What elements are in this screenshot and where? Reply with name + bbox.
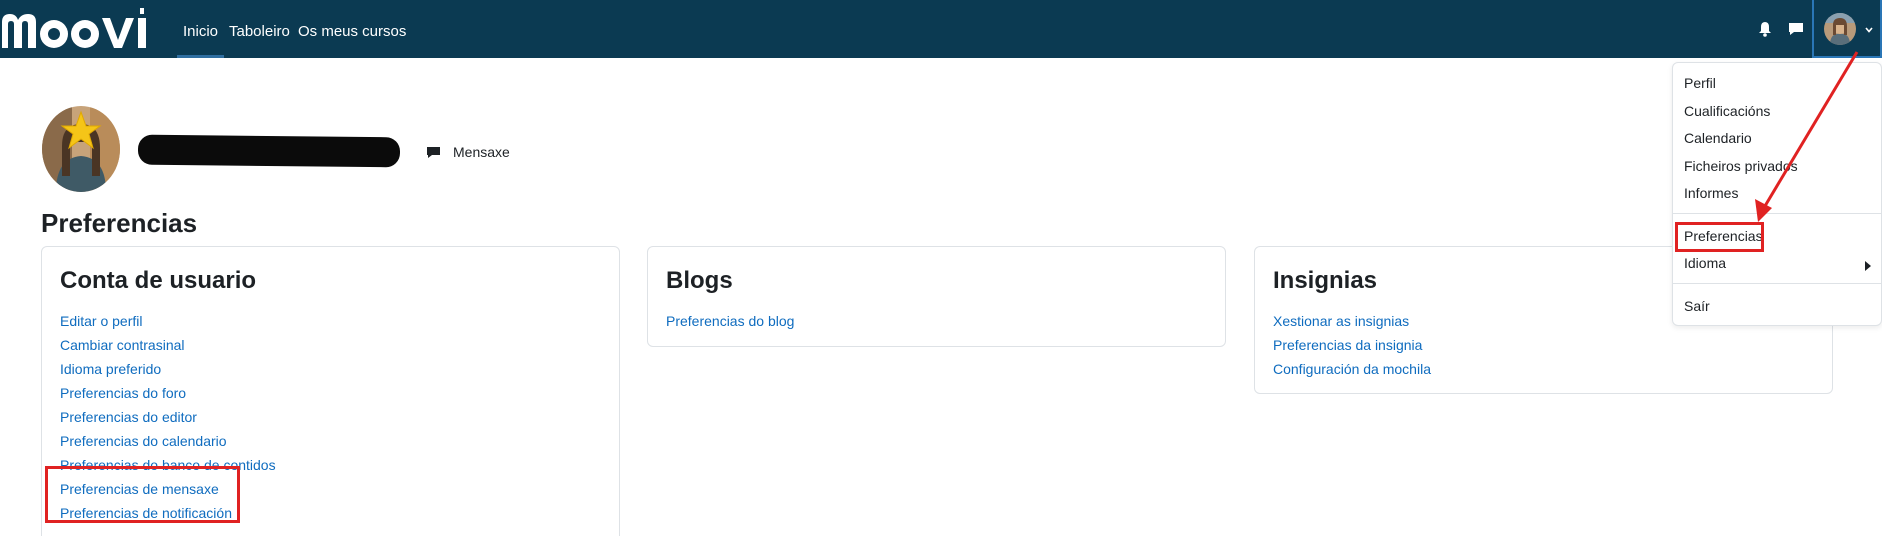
menu-item-perfil[interactable]: Perfil — [1684, 75, 1716, 91]
menu-item-cualificacions[interactable]: Cualificacións — [1684, 103, 1770, 119]
caret-right-icon — [1865, 261, 1871, 271]
message-button-label: Mensaxe — [453, 144, 510, 160]
link-idioma-preferido[interactable]: Idioma preferido — [60, 357, 276, 381]
link-xestionar-insignias[interactable]: Xestionar as insignias — [1273, 309, 1431, 333]
link-preferencias-foro[interactable]: Preferencias do foro — [60, 381, 276, 405]
link-preferencias-editor[interactable]: Preferencias do editor — [60, 405, 276, 429]
card-blogs: Blogs Preferencias do blog — [647, 246, 1226, 347]
card-title: Insignias — [1273, 267, 1378, 294]
card-title: Blogs — [666, 267, 733, 294]
chat-icon[interactable] — [1787, 20, 1805, 38]
card-links: Xestionar as insignias Preferencias da i… — [1273, 309, 1431, 381]
menu-item-idioma[interactable]: Idioma — [1684, 255, 1726, 271]
chat-icon — [427, 146, 440, 158]
message-button[interactable]: Mensaxe — [426, 141, 510, 163]
menu-item-ficheiros-privados[interactable]: Ficheiros privados — [1684, 158, 1798, 174]
link-preferencias-calendario[interactable]: Preferencias do calendario — [60, 429, 276, 453]
page-title: Preferencias — [41, 208, 198, 238]
menu-item-sair[interactable]: Saír — [1684, 298, 1710, 314]
link-cambiar-contrasinal[interactable]: Cambiar contrasinal — [60, 333, 276, 357]
menu-item-calendario[interactable]: Calendario — [1684, 130, 1752, 146]
top-navbar: Inicio Taboleiro Os meus cursos — [0, 0, 1882, 58]
link-editar-perfil[interactable]: Editar o perfil — [60, 309, 276, 333]
user-avatar[interactable] — [1824, 13, 1856, 45]
card-title: Conta de usuario — [60, 267, 257, 294]
highlight-box-preferencias — [1675, 222, 1764, 252]
nav-os-meus-cursos[interactable]: Os meus cursos — [298, 0, 406, 58]
menu-item-informes[interactable]: Informes — [1684, 185, 1738, 201]
bell-icon[interactable] — [1756, 20, 1774, 38]
redacted-user-name — [137, 134, 401, 168]
link-preferencias-insignia[interactable]: Preferencias da insignia — [1273, 333, 1431, 357]
user-menu-toggle[interactable] — [1812, 0, 1882, 58]
highlight-box-message-links — [45, 466, 240, 523]
card-links: Preferencias do blog — [666, 309, 794, 333]
profile-picture — [42, 106, 120, 192]
chevron-down-icon — [1865, 27, 1873, 33]
nav-taboleiro[interactable]: Taboleiro — [229, 0, 290, 58]
link-preferencias-blog[interactable]: Preferencias do blog — [666, 309, 794, 333]
menu-divider — [1673, 213, 1882, 214]
link-configuracion-mochila[interactable]: Configuración da mochila — [1273, 357, 1431, 381]
menu-divider — [1673, 283, 1882, 284]
nav-inicio[interactable]: Inicio — [176, 0, 225, 58]
user-menu-dropdown: Perfil Cualificacións Calendario Ficheir… — [1672, 62, 1882, 326]
moovi-logo[interactable] — [0, 8, 154, 52]
